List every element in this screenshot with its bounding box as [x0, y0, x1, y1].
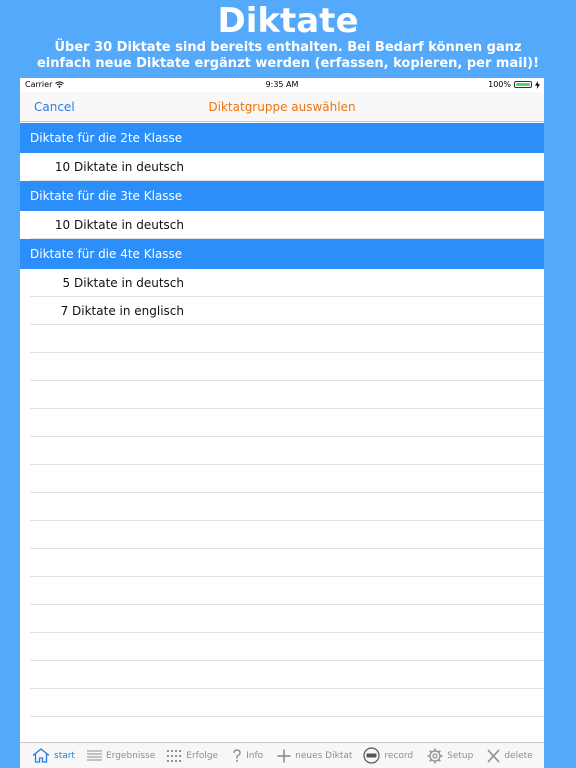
- tab-setup[interactable]: Setup: [427, 748, 473, 764]
- tab-setup-label: Setup: [447, 750, 474, 761]
- device-screen: Carrier 9:35 AM 100% Cancel Diktatgruppe…: [20, 78, 544, 768]
- list-item[interactable]: 7 Diktate in englisch: [30, 297, 544, 325]
- nav-title: Diktatgruppe auswählen: [208, 100, 356, 114]
- tab-record[interactable]: record: [363, 747, 413, 764]
- list-item[interactable]: 5 Diktate in deutsch: [30, 269, 544, 297]
- tab-info-label: Info: [246, 750, 264, 761]
- tab-start[interactable]: start: [32, 748, 75, 763]
- promo-subtitle: Über 30 Diktate sind bereits enthalten. …: [36, 40, 540, 71]
- group-list: Diktate für die 2te Klasse 10 Diktate in…: [20, 123, 544, 745]
- close-icon: [487, 748, 500, 763]
- status-bar: Carrier 9:35 AM 100%: [20, 78, 544, 92]
- group-header-2te-klasse[interactable]: Diktate für die 2te Klasse: [20, 123, 544, 153]
- status-battery-area: 100%: [488, 80, 540, 89]
- tab-erfolge[interactable]: Erfolge: [167, 749, 219, 762]
- tab-delete-label: delete: [504, 750, 533, 761]
- list-item[interactable]: 10 Diktate in deutsch: [30, 211, 544, 239]
- tab-ergebnisse[interactable]: Ergebnisse: [86, 750, 156, 762]
- tab-bar: start Ergebnisse Erfolge Info neues Dikt…: [20, 742, 544, 768]
- nav-bar: Cancel Diktatgruppe auswählen: [20, 92, 544, 122]
- grid-icon: [167, 749, 182, 762]
- empty-list-area: [20, 325, 544, 745]
- question-icon: [233, 748, 241, 762]
- group-header-4te-klasse[interactable]: Diktate für die 4te Klasse: [20, 239, 544, 269]
- tab-record-label: record: [384, 750, 414, 761]
- tab-neues-diktat-label: neues Diktat: [295, 750, 353, 761]
- list-item[interactable]: 10 Diktate in deutsch: [30, 153, 544, 181]
- home-icon: [32, 748, 50, 763]
- tab-ergebnisse-label: Ergebnisse: [105, 750, 156, 761]
- tab-delete[interactable]: delete: [487, 748, 533, 763]
- tab-info[interactable]: Info: [232, 748, 264, 763]
- rec-icon: [363, 747, 380, 764]
- promo-title: Diktate: [217, 1, 359, 41]
- tab-start-label: start: [54, 750, 75, 761]
- list-icon: [86, 750, 102, 760]
- status-time: 9:35 AM: [265, 80, 299, 89]
- plus-icon: [277, 749, 291, 762]
- charging-icon: [535, 80, 540, 89]
- battery-percent: 100%: [488, 80, 511, 89]
- group-header-3te-klasse[interactable]: Diktate für die 3te Klasse: [20, 181, 544, 211]
- battery-icon: [514, 81, 532, 88]
- tab-neues-diktat[interactable]: neues Diktat: [277, 749, 352, 763]
- gear-icon: [427, 748, 443, 763]
- tab-erfolge-label: Erfolge: [186, 750, 219, 761]
